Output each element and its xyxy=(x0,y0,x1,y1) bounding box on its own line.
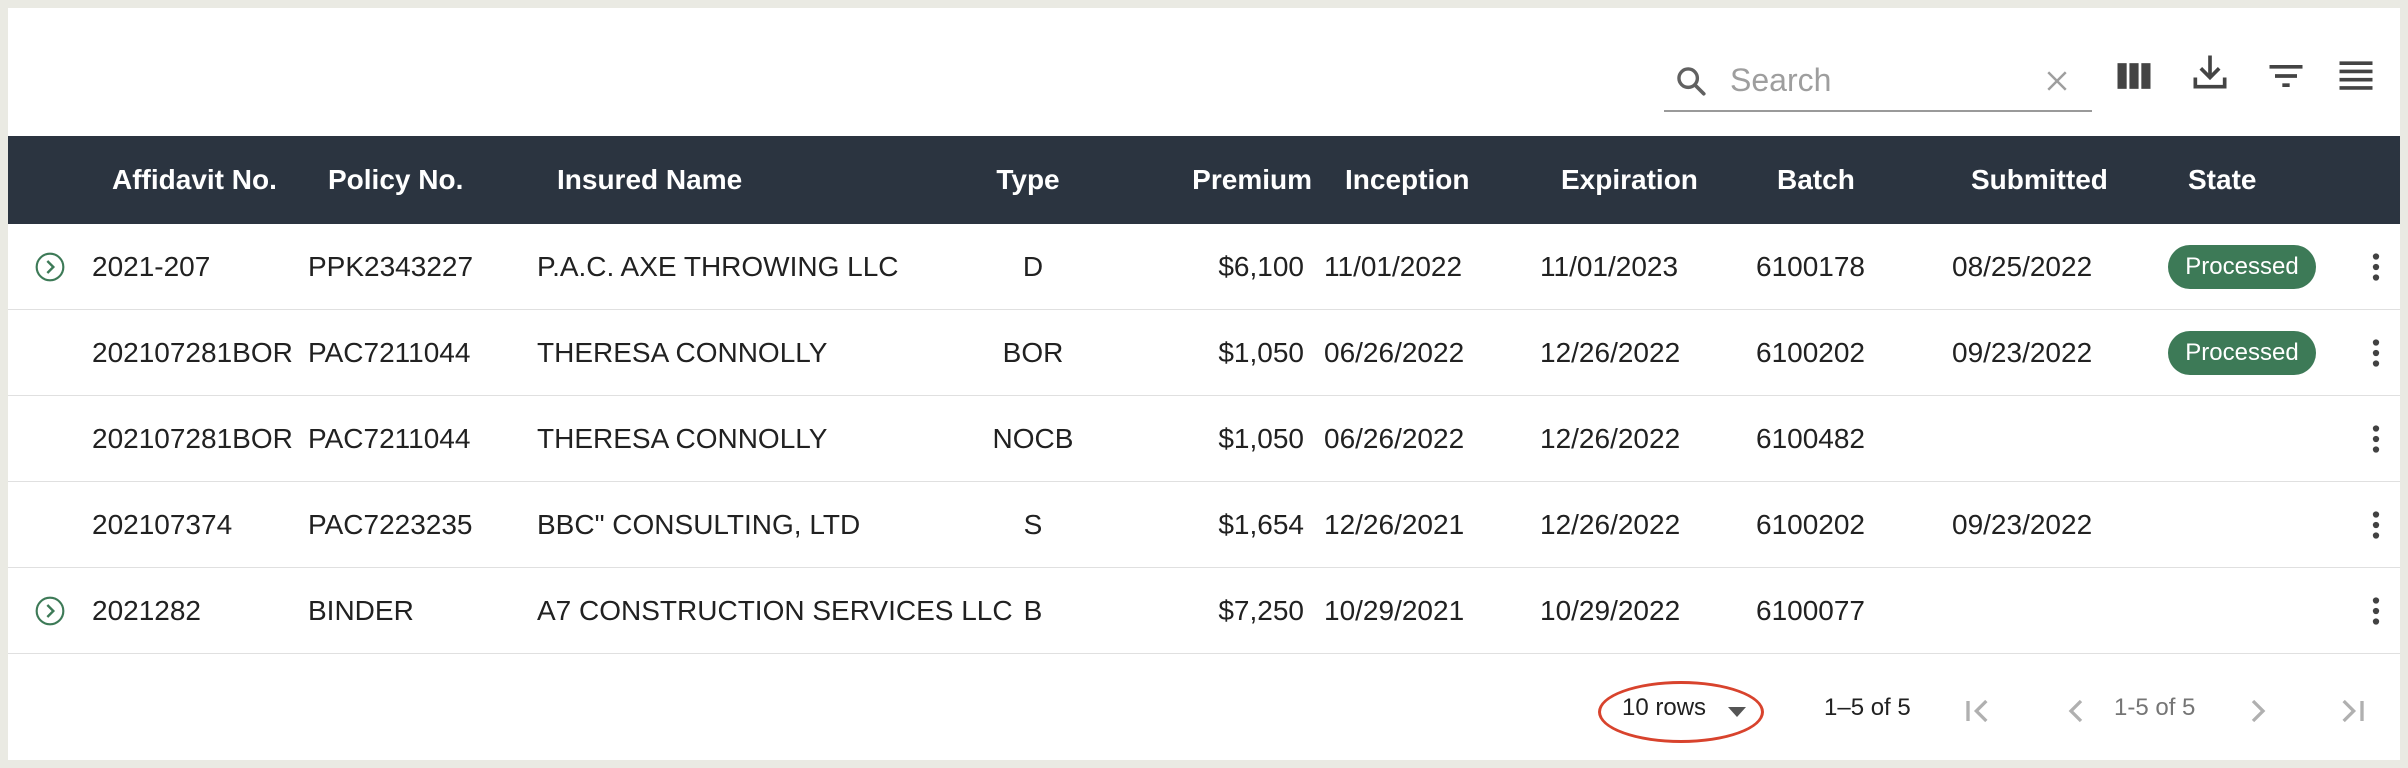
cell-inception: 06/26/2022 xyxy=(1324,337,1465,368)
cell-expiration: 12/26/2022 xyxy=(1540,509,1681,540)
more-vert-icon[interactable] xyxy=(2358,507,2394,543)
search-box xyxy=(1664,52,2092,112)
rows-per-page-select[interactable]: 10 rows xyxy=(1598,681,1770,743)
page-indicator: 1-5 of 5 xyxy=(2114,694,2196,721)
last-page-icon xyxy=(2342,699,2364,723)
page-range-text: 1–5 of 5 xyxy=(1824,694,1911,721)
last-page-button[interactable] xyxy=(2332,691,2372,731)
cell-insured-name: THERESA CONNOLLY xyxy=(537,337,828,368)
caret-down-icon xyxy=(1728,707,1746,717)
cell-affidavit: 202107374 xyxy=(92,509,233,540)
cell-batch: 6100482 xyxy=(1756,423,1866,454)
chevron-right-icon xyxy=(2251,699,2266,723)
table-row[interactable]: 2021282 BINDER A7 CONSTRUCTION SERVICES LL… xyxy=(8,568,2400,654)
cell-premium: $7,250 xyxy=(1218,595,1304,626)
table-card: Affidavit No. Policy No. Insured Name Ty… xyxy=(8,8,2400,760)
filter-icon xyxy=(2269,65,2303,87)
cell-batch: 6100178 xyxy=(1756,251,1866,282)
table-row[interactable]: 202107281BOR PAC7211044 THERESA CONNOLLY NO… xyxy=(8,396,2400,482)
status-badge: Processed xyxy=(2168,245,2316,289)
cell-type: BOR xyxy=(1002,337,1064,368)
cell-affidavit: 202107281BOR xyxy=(92,423,293,454)
cell-type: B xyxy=(1023,595,1043,626)
column-header-batch[interactable]: Batch xyxy=(1777,136,1855,224)
cell-policy: PAC7211044 xyxy=(308,423,471,454)
cell-expiration: 10/29/2022 xyxy=(1540,595,1681,626)
cell-expiration: 12/26/2022 xyxy=(1540,423,1681,454)
previous-page-button[interactable] xyxy=(2056,691,2096,731)
column-header-premium[interactable]: Premium xyxy=(1158,136,1312,224)
cell-policy: BINDER xyxy=(308,595,414,626)
cell-policy: PAC7223235 xyxy=(308,509,473,540)
more-vert-icon[interactable] xyxy=(2358,249,2394,285)
cell-affidavit: 2021-207 xyxy=(92,251,211,282)
cell-type: S xyxy=(1023,509,1043,540)
cell-submitted: 09/23/2022 xyxy=(1952,337,2093,368)
column-header-expiration[interactable]: Expiration xyxy=(1561,136,1698,224)
cell-batch: 6100077 xyxy=(1756,595,1866,626)
expand-row-icon[interactable] xyxy=(34,251,66,283)
status-badge: Processed xyxy=(2168,331,2316,375)
columns-icon xyxy=(2117,63,2151,89)
cell-policy: PPK2343227 xyxy=(308,251,474,282)
column-header-insured[interactable]: Insured Name xyxy=(557,136,742,224)
density-button[interactable] xyxy=(2334,54,2378,98)
column-header-type[interactable]: Type xyxy=(983,136,1073,224)
table-header: Affidavit No. Policy No. Insured Name Ty… xyxy=(8,136,2400,224)
table-row[interactable]: 202107281BOR PAC7211044 THERESA CONNOLLY BO… xyxy=(8,310,2400,396)
expand-row-icon[interactable] xyxy=(34,595,66,627)
cell-inception: 06/26/2022 xyxy=(1324,423,1465,454)
cell-insured-name: BBC" CONSULTING, LTD xyxy=(537,509,861,540)
cell-submitted: 09/23/2022 xyxy=(1952,509,2093,540)
cell-affidavit: 2021282 xyxy=(92,595,202,626)
cell-premium: $1,050 xyxy=(1218,337,1304,368)
cell-type: NOCB xyxy=(992,423,1074,454)
cell-premium: $1,654 xyxy=(1218,509,1304,540)
cell-insured-name: THERESA CONNOLLY xyxy=(537,423,828,454)
rows-per-page-label: 10 rows xyxy=(1622,694,1707,721)
cell-submitted: 08/25/2022 xyxy=(1952,251,2093,282)
columns-button[interactable] xyxy=(2112,54,2156,98)
cell-expiration: 12/26/2022 xyxy=(1540,337,1681,368)
more-vert-icon[interactable] xyxy=(2358,421,2394,457)
cell-inception: 10/29/2021 xyxy=(1324,595,1465,626)
table-toolbar xyxy=(8,8,2400,136)
more-vert-icon[interactable] xyxy=(2358,593,2394,629)
pagination-bar: 10 rows 1–5 of 5 1-5 of 5 xyxy=(8,655,2400,755)
cell-expiration: 11/01/2023 xyxy=(1540,251,1679,282)
cell-type: D xyxy=(1022,251,1044,282)
density-icon xyxy=(2339,61,2373,90)
cell-affidavit: 202107281BOR xyxy=(92,337,293,368)
cell-batch: 6100202 xyxy=(1756,509,1866,540)
clear-search-icon[interactable] xyxy=(2042,66,2072,96)
column-header-state[interactable]: State xyxy=(2188,136,2256,224)
download-button[interactable] xyxy=(2188,50,2232,94)
column-header-affidavit[interactable]: Affidavit No. xyxy=(112,136,277,224)
search-input[interactable] xyxy=(1730,58,2020,102)
cell-inception: 11/01/2022 xyxy=(1324,251,1463,282)
first-page-icon xyxy=(1966,699,1988,723)
search-icon xyxy=(1677,67,1706,96)
first-page-button[interactable] xyxy=(1958,691,1998,731)
cell-premium: $6,100 xyxy=(1218,251,1304,282)
cell-batch: 6100202 xyxy=(1756,337,1866,368)
column-header-inception[interactable]: Inception xyxy=(1345,136,1469,224)
next-page-button[interactable] xyxy=(2238,691,2278,731)
cell-insured-name: P.A.C. AXE THROWING LLC xyxy=(537,251,899,282)
column-header-submitted[interactable]: Submitted xyxy=(1971,136,2108,224)
more-vert-icon[interactable] xyxy=(2358,335,2394,371)
filter-button[interactable] xyxy=(2264,54,2308,98)
column-header-policy[interactable]: Policy No. xyxy=(328,136,463,224)
download-icon xyxy=(2193,55,2227,89)
cell-policy: PAC7211044 xyxy=(308,337,471,368)
cell-insured-name: A7 CONSTRUCTION SERVICES LLC xyxy=(537,595,1013,626)
table-row[interactable]: 2021-207 PPK2343227 P.A.C. AXE THROWING LL… xyxy=(8,224,2400,310)
cell-premium: $1,050 xyxy=(1218,423,1304,454)
cell-inception: 12/26/2021 xyxy=(1324,509,1465,540)
chevron-left-icon xyxy=(2068,699,2083,723)
table-row[interactable]: 202107374 PAC7223235 BBC" CONSULTING, LTD S… xyxy=(8,482,2400,568)
